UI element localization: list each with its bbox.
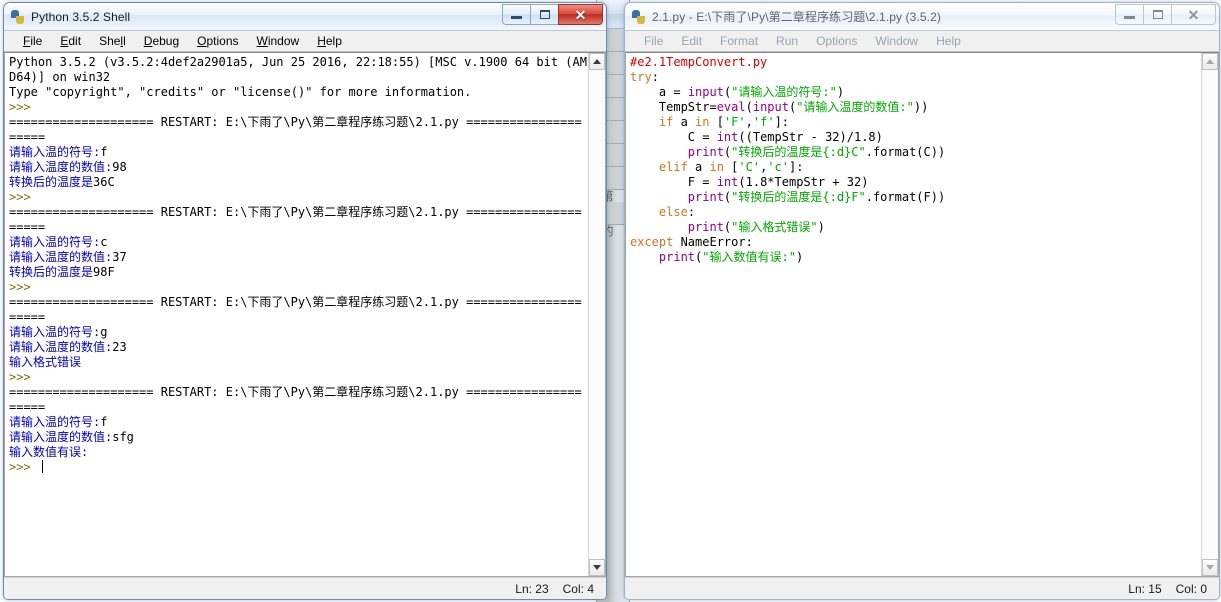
editor-vertical-scrollbar[interactable] — [1201, 53, 1218, 576]
editor-window-title: 2.1.py - E:\下雨了\Py\第二章程序练习题\2.1.py (3.5.… — [652, 10, 941, 24]
editor-code-line: TempStr=eval(input("请输入温度的数值:")) — [630, 100, 929, 114]
editor-code-line: #e2.1TempConvert.py — [630, 55, 768, 69]
shell-output-line: ==================== RESTART: E:\下雨了\Py\… — [9, 295, 582, 324]
editor-menu-file[interactable]: File — [635, 34, 672, 48]
python-idle-icon — [631, 9, 647, 25]
scrollbar-track[interactable] — [589, 70, 605, 559]
close-icon: ✕ — [1187, 6, 1200, 23]
editor-menubar[interactable]: File Edit Format Run Options Window Help — [625, 31, 1219, 52]
close-icon: ✕ — [574, 6, 587, 23]
shell-output-line: Type "copyright", "credits" or "license(… — [9, 85, 472, 99]
shell-output-line: ==================== RESTART: E:\下雨了\Py\… — [9, 205, 582, 234]
editor-code-line: print("输入格式错误") — [687, 220, 825, 234]
shell-menu-shell[interactable]: Shell — [90, 34, 135, 48]
editor-code-line: print("输入数值有误:") — [658, 250, 804, 264]
shell-output-line: 请输入温的符号:f — [9, 415, 108, 429]
shell-titlebar[interactable]: Python 3.5.2 Shell ✕ — [4, 3, 606, 31]
editor-window-controls[interactable]: ✕ — [1115, 4, 1216, 25]
minimize-button[interactable] — [502, 4, 531, 25]
editor-code-line: else: — [658, 205, 696, 219]
shell-vertical-scrollbar[interactable] — [588, 53, 605, 576]
shell-output-line: 请输入温的符号:g — [9, 325, 108, 339]
scroll-up-icon[interactable] — [589, 53, 605, 70]
shell-output-line: >>> — [9, 190, 38, 204]
editor-menu-run[interactable]: Run — [767, 34, 807, 48]
shell-menu-edit[interactable]: Edit — [51, 34, 90, 48]
shell-output-line: 转换后的温度是36C — [9, 175, 115, 189]
shell-output-line: >>> — [9, 100, 38, 114]
shell-menu-options[interactable]: Options — [188, 34, 247, 48]
close-button[interactable]: ✕ — [558, 4, 603, 25]
editor-text-region[interactable]: #e2.1TempConvert.py try: a = input("请输入温的… — [625, 52, 1219, 577]
shell-output-line: 请输入温度的数值:sfg — [9, 430, 134, 444]
shell-menu-help[interactable]: Help — [308, 34, 351, 48]
maximize-button[interactable] — [530, 4, 559, 25]
editor-menu-edit[interactable]: Edit — [672, 34, 711, 48]
editor-menu-window[interactable]: Window — [866, 34, 927, 48]
editor-code-line: C = int((TempStr - 32)/1.8) — [630, 130, 883, 144]
shell-output-line: >>> — [9, 370, 38, 384]
shell-output-line: 请输入温度的数值:23 — [9, 340, 127, 354]
shell-window-controls[interactable]: ✕ — [502, 4, 603, 25]
shell-statusbar: Ln: 23 Col: 4 — [4, 577, 606, 599]
shell-line-indicator: Ln: 23 — [515, 581, 549, 596]
python-shell-window[interactable]: Python 3.5.2 Shell ✕ File Edit Shell Debug O… — [3, 2, 607, 600]
shell-output-line: 转换后的温度是98F — [9, 265, 115, 279]
editor-menu-format[interactable]: Format — [711, 34, 767, 48]
desktop: 第 的 Python 3.5.2 Shell ✕ File Edit Shell De… — [0, 0, 1221, 602]
shell-window-title: Python 3.5.2 Shell — [31, 9, 131, 24]
shell-menu-debug[interactable]: Debug — [135, 34, 188, 48]
editor-code-line: print("转换后的温度是{:d}C".format(C)) — [687, 145, 946, 159]
editor-code-line: elif a in ['C','c']: — [658, 160, 804, 174]
shell-menu-file[interactable]: File — [14, 34, 51, 48]
editor-code-line: if a in ['F','f']: — [658, 115, 790, 129]
editor-code-line: a = input("请输入温的符号:") — [630, 85, 845, 99]
maximize-button[interactable] — [1143, 4, 1172, 25]
scrollbar-track[interactable] — [1202, 70, 1218, 559]
editor-code-text[interactable]: #e2.1TempConvert.py try: a = input("请输入温的… — [626, 53, 1201, 576]
shell-output-line: 请输入温的符号:c — [9, 235, 108, 249]
shell-output-line: Python 3.5.2 (v3.5.2:4def2a2901a5, Jun 2… — [9, 55, 587, 84]
shell-output-text[interactable]: Python 3.5.2 (v3.5.2:4def2a2901a5, Jun 2… — [5, 53, 588, 576]
shell-output-line: 输入格式错误 — [9, 355, 82, 369]
shell-output-line: 请输入温的符号:f — [9, 145, 108, 159]
shell-output-line: 请输入温度的数值:37 — [9, 250, 127, 264]
editor-code-line: except NameError: — [630, 235, 753, 249]
shell-col-indicator: Col: 4 — [562, 581, 594, 596]
scroll-down-icon[interactable] — [1202, 559, 1218, 576]
shell-output-line: >>> — [9, 280, 38, 294]
shell-output-line: 请输入温度的数值:98 — [9, 160, 127, 174]
shell-output-line: >>> — [9, 460, 588, 475]
editor-statusbar: Ln: 15 Col: 0 — [625, 577, 1219, 599]
editor-menu-options[interactable]: Options — [807, 34, 866, 48]
close-button[interactable]: ✕ — [1171, 4, 1216, 25]
shell-text-region[interactable]: Python 3.5.2 (v3.5.2:4def2a2901a5, Jun 2… — [4, 52, 606, 577]
shell-menubar[interactable]: File Edit Shell Debug Options Window Help — [4, 31, 606, 52]
python-editor-window[interactable]: 2.1.py - E:\下雨了\Py\第二章程序练习题\2.1.py (3.5.… — [624, 2, 1220, 600]
editor-code-line: try: — [630, 70, 659, 84]
editor-code-line: F = int(1.8*TempStr + 32) — [630, 175, 869, 189]
shell-output-line: ==================== RESTART: E:\下雨了\Py\… — [9, 115, 582, 144]
minimize-button[interactable] — [1115, 4, 1144, 25]
shell-output-line: 输入数值有误: — [9, 445, 89, 459]
python-idle-icon — [10, 9, 26, 25]
scroll-up-icon[interactable] — [1202, 53, 1218, 70]
text-cursor — [41, 460, 43, 473]
shell-output-line: ==================== RESTART: E:\下雨了\Py\… — [9, 385, 582, 414]
shell-menu-window[interactable]: Window — [248, 34, 309, 48]
editor-col-indicator: Col: 0 — [1175, 581, 1207, 596]
scroll-down-icon[interactable] — [589, 559, 605, 576]
editor-line-indicator: Ln: 15 — [1128, 581, 1162, 596]
editor-menu-help[interactable]: Help — [927, 34, 970, 48]
editor-code-line: print("转换后的温度是{:d}F".format(F)) — [687, 190, 946, 204]
editor-titlebar[interactable]: 2.1.py - E:\下雨了\Py\第二章程序练习题\2.1.py (3.5.… — [625, 3, 1219, 31]
